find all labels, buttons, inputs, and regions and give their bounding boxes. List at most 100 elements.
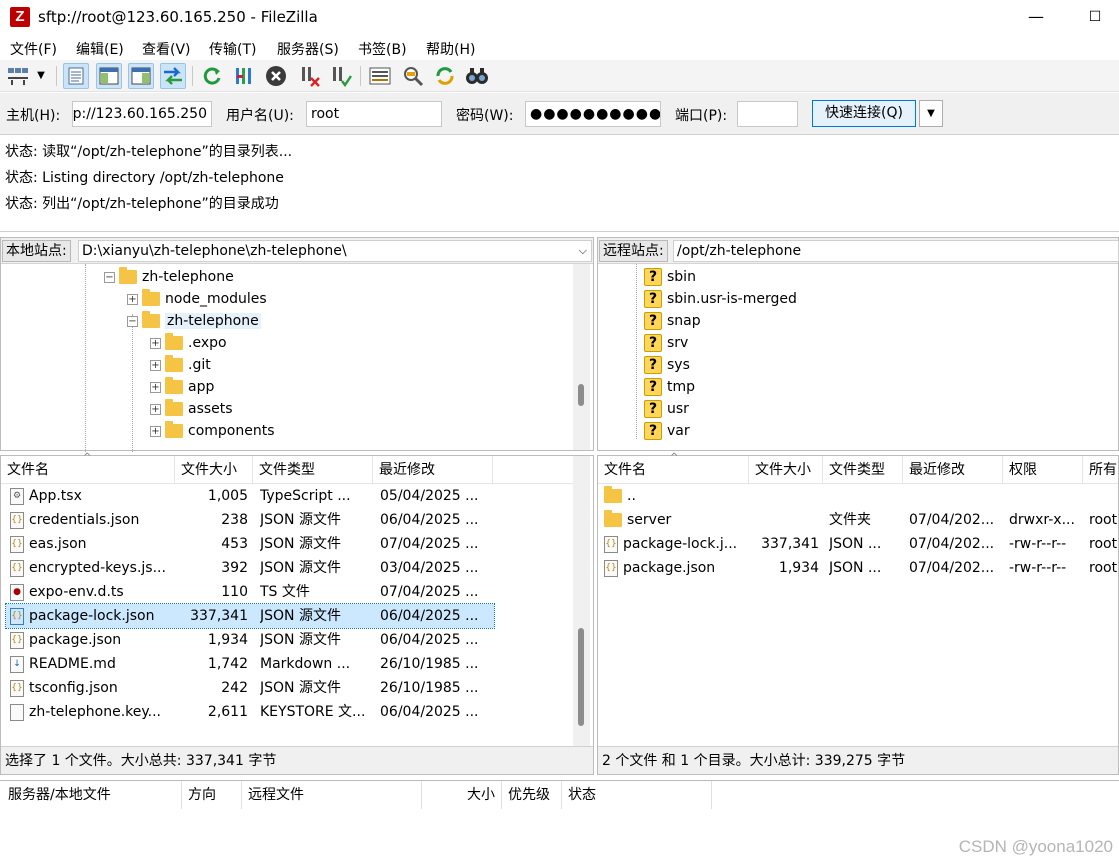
menu-help[interactable]: 帮助(H) <box>426 39 475 59</box>
minimize-button[interactable]: — <box>1016 6 1056 30</box>
expand-icon[interactable]: + <box>127 293 138 305</box>
file-row[interactable]: {} package.json 1,934 JSON ... 07/04/202.… <box>598 556 1118 580</box>
column-header-modified[interactable]: 最近修改 <box>373 456 493 484</box>
menu-server[interactable]: 服务器(S) <box>277 39 339 59</box>
tree-node[interactable]: + components <box>150 420 275 442</box>
toggle-queue-icon[interactable] <box>160 63 186 89</box>
local-list-scrollbar[interactable] <box>573 456 590 746</box>
file-row[interactable]: {} package-lock.j... 337,341 JSON ... 07/… <box>598 532 1118 556</box>
tree-node[interactable]: + .git <box>150 354 211 376</box>
expand-icon[interactable]: + <box>150 359 161 371</box>
tree-guide-line <box>85 264 86 452</box>
collapse-icon[interactable]: − <box>104 271 115 283</box>
file-row[interactable]: ● expo-env.d.ts 110 TS 文件 07/04/2025 ... <box>6 580 494 604</box>
column-header-permissions[interactable]: 权限 <box>1003 456 1083 484</box>
file-size: 1,934 <box>207 632 248 648</box>
collapse-icon[interactable]: − <box>127 315 138 327</box>
file-row[interactable]: ↓ README.md 1,742 Markdown ... 26/10/1985… <box>6 652 494 676</box>
queue-column-size[interactable]: 大小 <box>422 781 502 809</box>
chevron-down-icon[interactable]: ⌵ <box>579 241 587 261</box>
expand-icon[interactable]: + <box>150 425 161 437</box>
host-input[interactable]: sftp://123.60.165.250 <box>72 101 212 127</box>
file-row[interactable]: {} tsconfig.json 242 JSON 源文件 26/10/1985 … <box>6 676 494 700</box>
json-file-icon: {} <box>10 631 24 649</box>
column-header-owner[interactable]: 所有 <box>1083 456 1118 484</box>
tree-node[interactable]: ? tmp <box>644 376 695 398</box>
toggle-local-tree-icon[interactable] <box>96 63 122 89</box>
menu-bookmarks[interactable]: 书签(B) <box>358 39 407 59</box>
site-manager-icon[interactable] <box>5 63 31 89</box>
scrollbar-thumb[interactable] <box>578 384 584 406</box>
disconnect-icon[interactable] <box>297 63 323 89</box>
queue-column-remote-file[interactable]: 远程文件 <box>242 781 422 809</box>
tree-node[interactable]: ? srv <box>644 332 688 354</box>
port-input[interactable] <box>737 101 798 127</box>
expand-icon[interactable]: + <box>150 381 161 393</box>
title-bar: Z sftp://root@123.60.165.250 - FileZilla… <box>0 0 1119 36</box>
file-row[interactable]: {} encrypted-keys.js... 392 JSON 源文件 03/0… <box>6 556 494 580</box>
tree-node[interactable]: − zh-telephone <box>127 310 261 332</box>
file-row[interactable]: {} package.json 1,934 JSON 源文件 06/04/2025… <box>6 628 494 652</box>
cancel-icon[interactable] <box>263 63 289 89</box>
column-header-modified[interactable]: 最近修改 <box>903 456 1003 484</box>
process-queue-icon[interactable] <box>231 63 257 89</box>
sync-browse-icon[interactable] <box>432 63 458 89</box>
tree-node[interactable]: + .expo <box>150 332 227 354</box>
file-row[interactable]: zh-telephone.key... 2,611 KEYSTORE 文... … <box>6 700 494 724</box>
file-row[interactable]: {} credentials.json 238 JSON 源文件 06/04/20… <box>6 508 494 532</box>
tree-node[interactable]: − zh-telephone <box>104 266 234 288</box>
tree-node[interactable]: ? sbin.usr-is-merged <box>644 288 797 310</box>
file-row[interactable]: server 文件夹 07/04/202... drwxr-x... root <box>598 508 1118 532</box>
message-log[interactable]: 状态: 读取“/opt/zh-telephone”的目录列表... 状态: Li… <box>0 136 1119 232</box>
maximize-button[interactable]: ☐ <box>1075 6 1115 30</box>
file-modified: 07/04/202... <box>909 536 995 552</box>
tree-node[interactable]: + node_modules <box>127 288 267 310</box>
menu-view[interactable]: 查看(V) <box>142 39 191 59</box>
expand-icon[interactable]: + <box>150 403 161 415</box>
sort-ascending-icon: ^ <box>83 452 92 463</box>
tree-node-label: zh-telephone <box>142 269 234 285</box>
filter-icon[interactable] <box>400 63 426 89</box>
menu-file[interactable]: 文件(F) <box>10 39 57 59</box>
remote-path-input[interactable]: /opt/zh-telephone <box>673 240 1119 262</box>
queue-column-priority[interactable]: 优先级 <box>502 781 562 809</box>
tree-node[interactable]: ? sys <box>644 354 690 376</box>
file-row-selected[interactable]: {} package-lock.json 337,341 JSON 源文件 06/… <box>5 603 495 629</box>
tree-node[interactable]: ? usr <box>644 398 689 420</box>
file-name: package.json <box>623 560 716 576</box>
expand-icon[interactable]: + <box>150 337 161 349</box>
queue-column-server-local-file[interactable]: 服务器/本地文件 <box>2 781 182 809</box>
refresh-icon[interactable] <box>199 63 225 89</box>
file-row[interactable]: ⚙ App.tsx 1,005 TypeScript ... 05/04/2025… <box>6 484 494 508</box>
tree-node[interactable]: ? snap <box>644 310 701 332</box>
dropdown-icon[interactable]: ▼ <box>32 63 50 89</box>
tree-node-label: assets <box>188 401 233 417</box>
queue-column-direction[interactable]: 方向 <box>182 781 242 809</box>
column-header-type[interactable]: 文件类型 <box>253 456 373 484</box>
file-row[interactable]: {} eas.json 453 JSON 源文件 07/04/2025 ... <box>6 532 494 556</box>
directory-comparison-icon[interactable] <box>367 63 393 89</box>
local-path-input[interactable]: D:\xianyu\zh-telephone\zh-telephone\ ⌵ <box>78 240 592 262</box>
file-row[interactable]: .. <box>598 484 1118 508</box>
local-tree-scrollbar[interactable] <box>573 264 590 450</box>
search-icon[interactable] <box>464 63 490 89</box>
scrollbar-thumb[interactable] <box>578 628 584 726</box>
quickconnect-button[interactable]: 快速连接(Q) <box>812 100 916 127</box>
menu-transfer[interactable]: 传输(T) <box>209 39 256 59</box>
reconnect-icon[interactable] <box>328 63 354 89</box>
file-type: Markdown ... <box>260 656 351 672</box>
column-header-size[interactable]: 文件大小 <box>749 456 823 484</box>
quickconnect-history-dropdown[interactable]: ▼ <box>919 100 943 127</box>
tree-node[interactable]: + assets <box>150 398 233 420</box>
password-input[interactable]: ●●●●●●●●●●● <box>525 101 661 127</box>
tree-node[interactable]: ? sbin <box>644 266 696 288</box>
column-header-type[interactable]: 文件类型 <box>823 456 903 484</box>
toggle-remote-tree-icon[interactable] <box>128 63 154 89</box>
username-input[interactable]: root <box>306 101 442 127</box>
toggle-log-icon[interactable] <box>63 63 89 89</box>
column-header-size[interactable]: 文件大小 <box>175 456 253 484</box>
tree-node[interactable]: ? var <box>644 420 690 442</box>
menu-edit[interactable]: 编辑(E) <box>76 39 124 59</box>
tree-node[interactable]: + app <box>150 376 214 398</box>
queue-column-status[interactable]: 状态 <box>562 781 712 809</box>
